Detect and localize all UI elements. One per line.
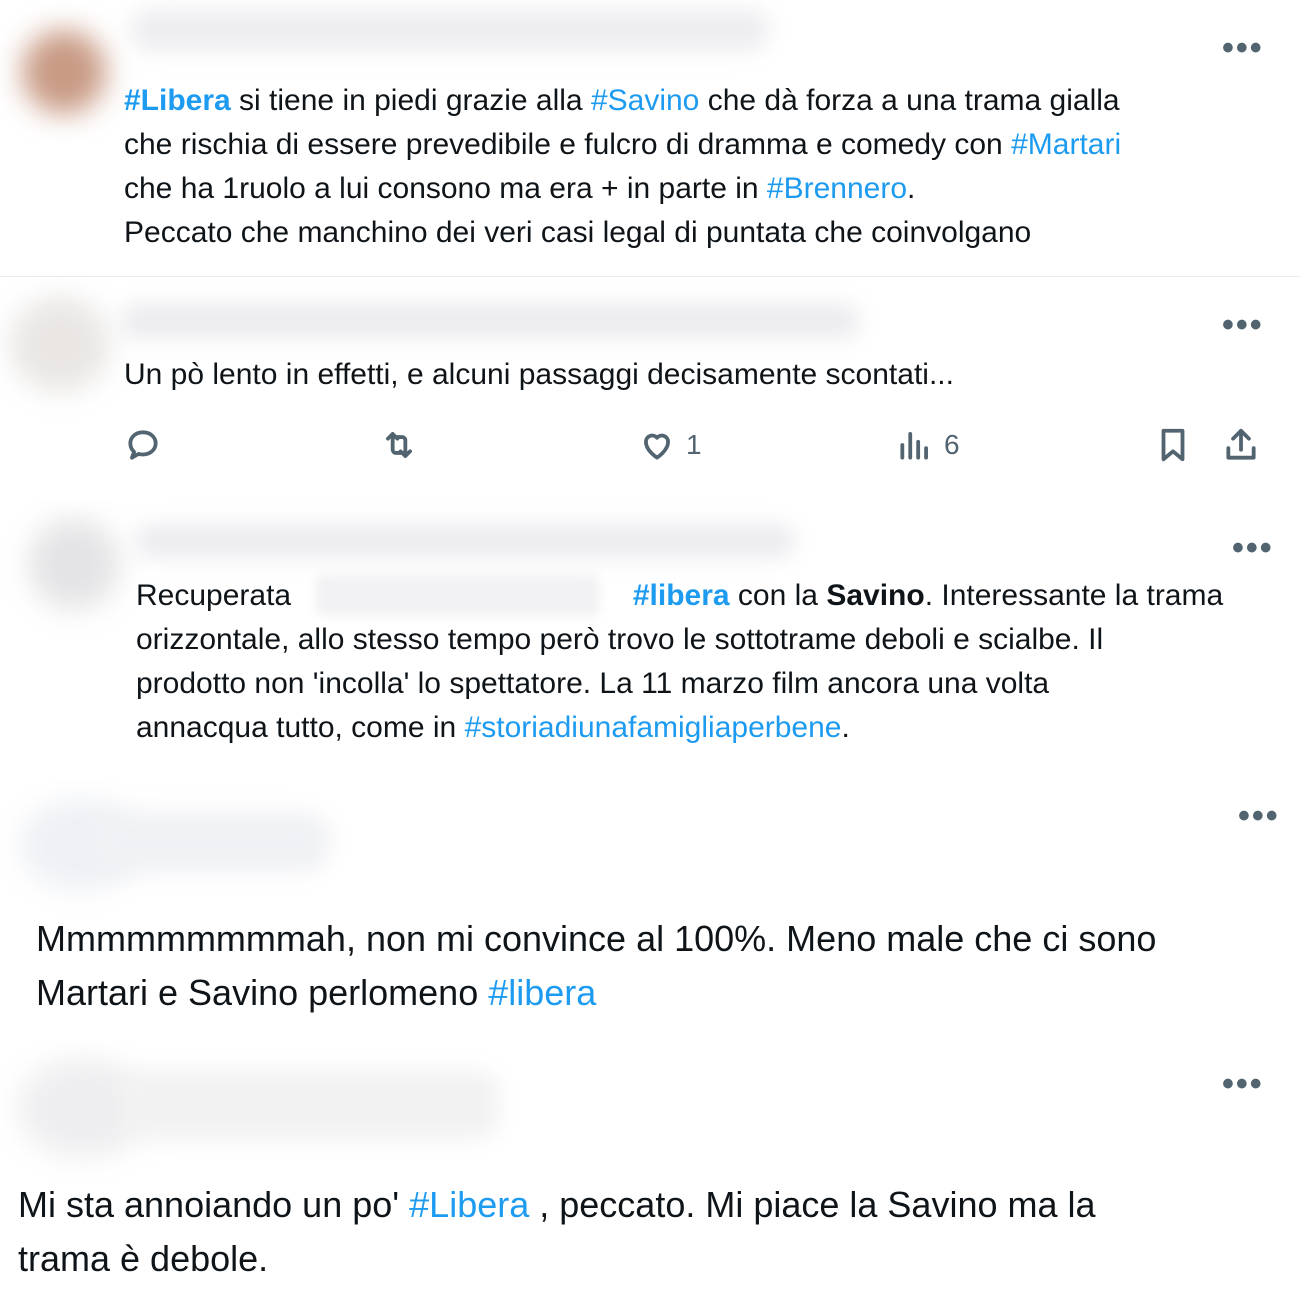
views-icon (900, 432, 928, 460)
heart-icon (644, 433, 670, 460)
author-name-blurred[interactable] (130, 8, 770, 52)
author-name-blurred[interactable] (120, 1070, 500, 1140)
hashtag-link[interactable]: #Savino (591, 84, 699, 117)
tweet-text-line: annacqua tutto, come in #storiadiunafami… (136, 706, 1223, 750)
text-segment: Recuperata (136, 579, 300, 612)
text-segment: orizzontale, allo stesso tempo però trov… (136, 623, 1104, 656)
text-segment: . (907, 172, 916, 205)
tweet-text-line: Mi sta annoiando un po' #Libera , peccat… (18, 1178, 1096, 1232)
tweet-text-line: #Libera si tiene in piedi grazie alla #S… (124, 79, 1121, 123)
share-button[interactable] (1222, 426, 1260, 464)
hashtag-link[interactable]: #libera (633, 579, 730, 612)
tweet-text-line: che ha 1ruolo a lui consono ma era + in … (124, 167, 1121, 211)
avatar[interactable] (28, 518, 120, 610)
text-segment: Mmmmmmmmmah, non mi convince al 100%. Me… (36, 918, 1157, 959)
like-button[interactable]: 1 (638, 426, 702, 464)
avatar[interactable] (22, 30, 106, 114)
tweet-text: #Libera si tiene in piedi grazie alla #S… (124, 79, 1121, 255)
tweet-text-line: Un pò lento in effetti, e alcuni passagg… (124, 355, 954, 395)
tweet-text-line: che rischia di essere prevedibile e fulc… (124, 123, 1121, 167)
like-count: 1 (686, 429, 702, 460)
text-segment: che dà forza a una trama gialla (699, 84, 1120, 117)
more-options-button[interactable]: ••• (1238, 799, 1280, 833)
hashtag-link[interactable]: #Martari (1011, 128, 1121, 161)
avatar[interactable] (10, 297, 110, 392)
author-name-blurred[interactable] (120, 303, 860, 339)
retweet-button[interactable] (380, 426, 418, 464)
reply-button[interactable] (124, 426, 162, 464)
tweet-actions-bar: 1 6 (0, 420, 1300, 470)
tweet-text-line: prodotto non 'incolla' lo spettatore. La… (136, 662, 1223, 706)
text-segment: Peccato che manchino dei veri casi legal… (124, 216, 1032, 249)
text-segment: prodotto non 'incolla' lo spettatore. La… (136, 667, 1050, 700)
retweet-icon (386, 432, 412, 458)
text-segment: che ha 1ruolo a lui consono ma era + in … (124, 172, 767, 205)
tweet-text-line: trama è debole. (18, 1232, 1096, 1286)
text-segment: annacqua tutto, come in (136, 711, 465, 744)
text-segment: Mi sta annoiando un po' (18, 1184, 410, 1225)
bookmark-button[interactable] (1154, 426, 1192, 464)
tweet-4[interactable]: ••• Mmmmmmmmmah, non mi convince al 100%… (0, 780, 1300, 1030)
more-options-button[interactable]: ••• (1222, 308, 1264, 342)
tweet-1[interactable]: ••• #Libera si tiene in piedi grazie all… (0, 0, 1300, 277)
text-segment: si tiene in piedi grazie alla (230, 84, 591, 117)
bookmark-icon (1161, 428, 1185, 462)
tweet-text: Mmmmmmmmmah, non mi convince al 100%. Me… (36, 912, 1156, 1020)
tweet-text-line: Mmmmmmmmmah, non mi convince al 100%. Me… (36, 912, 1156, 966)
more-options-button[interactable]: ••• (1222, 31, 1264, 65)
text-segment: . (841, 711, 850, 744)
hashtag-link[interactable]: #libera (488, 972, 596, 1013)
tweet-text: Mi sta annoiando un po' #Libera , peccat… (18, 1178, 1096, 1286)
tweet-text-line: Peccato che manchino dei veri casi legal… (124, 211, 1121, 255)
share-icon (1226, 428, 1256, 460)
more-options-button[interactable]: ••• (1232, 531, 1274, 565)
text-segment: Savino (826, 579, 925, 612)
text-segment: trama è debole. (18, 1238, 269, 1279)
redacted-text (315, 574, 600, 616)
more-options-button[interactable]: ••• (1222, 1067, 1264, 1101)
author-name-blurred[interactable] (90, 812, 330, 872)
tweet-text-line: orizzontale, allo stesso tempo però trov… (136, 618, 1223, 662)
text-segment: che rischia di essere prevedibile e fulc… (124, 128, 1012, 161)
hashtag-link[interactable]: #Brennero (767, 172, 907, 205)
text-segment: Martari e Savino perlomeno (36, 972, 489, 1013)
tweet-5[interactable]: ••• Mi sta annoiando un po' #Libera , pe… (0, 1040, 1300, 1300)
hashtag-link[interactable]: #Libera (124, 84, 231, 117)
author-name-blurred[interactable] (135, 524, 795, 558)
tweet-3[interactable]: ••• Recuperata #libera con la Savino. In… (0, 500, 1300, 770)
views-button[interactable]: 6 (896, 426, 960, 464)
text-segment: con la (729, 579, 827, 612)
tweet-text-line: Martari e Savino perlomeno #libera (36, 966, 1156, 1020)
views-count: 6 (944, 429, 960, 460)
text-segment: . Interessante la trama (924, 579, 1224, 612)
hashtag-link[interactable]: #storiadiunafamigliaperbene (465, 711, 842, 744)
tweet-text: Recuperata #libera con la Savino. Intere… (136, 574, 1223, 750)
tweet-text: Un pò lento in effetti, e alcuni passagg… (124, 355, 954, 395)
text-segment: Un pò lento in effetti, e alcuni passagg… (124, 358, 954, 391)
tweet-text-line: Recuperata #libera con la Savino. Intere… (136, 574, 1223, 618)
hashtag-link[interactable]: #Libera (409, 1184, 529, 1225)
text-segment: , peccato. Mi piace la Savino ma la (529, 1184, 1096, 1225)
reply-icon (128, 430, 158, 460)
